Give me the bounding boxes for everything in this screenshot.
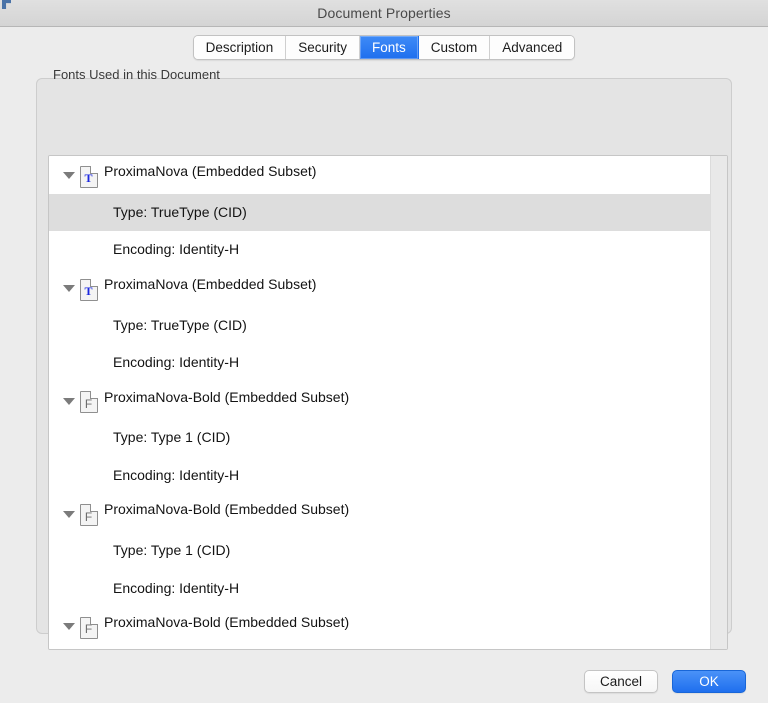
ok-button[interactable]: OK <box>672 670 746 693</box>
font-detail-row[interactable]: Type: TrueType (CID) <box>49 306 711 344</box>
font-detail-row[interactable]: Encoding: Identity-H <box>49 570 711 608</box>
font-detail-label: Type: TrueType (CID) <box>113 316 247 333</box>
font-icon-glyph: T <box>84 284 93 299</box>
truetype-font-icon: T <box>80 165 98 188</box>
font-name-label: ProximaNova-Bold (Embedded Subset) <box>104 388 350 405</box>
truetype-font-icon: T <box>80 278 98 301</box>
font-detail-row[interactable]: Encoding: Identity-H <box>49 344 711 382</box>
tab-label: Advanced <box>502 40 563 55</box>
tab-label: Security <box>298 40 347 55</box>
type1-font-icon: F <box>80 616 98 639</box>
font-list-item[interactable]: T ProximaNova (Embedded Subset) <box>49 269 711 307</box>
font-name-label: ProximaNova-Bold (Embedded Subset) <box>104 614 350 631</box>
tab-custom[interactable]: Custom <box>418 36 491 59</box>
font-detail-label: Type: Type 1 (CID) <box>113 542 231 559</box>
font-detail-label: Encoding: Identity-H <box>113 467 240 484</box>
font-detail-row[interactable]: Type: Type 1 (CID) <box>49 532 711 570</box>
disclosure-triangle-icon[interactable] <box>61 618 76 633</box>
dialog-button-bar: Cancel OK <box>584 670 746 693</box>
document-properties-dialog: Document Properties Description Security F… <box>0 0 768 703</box>
window-corner-marker <box>2 0 11 9</box>
disclosure-triangle-icon[interactable] <box>61 506 76 521</box>
tab-advanced[interactable]: Advanced <box>490 36 575 59</box>
font-name-label: ProximaNova (Embedded Subset) <box>104 275 317 292</box>
font-icon-glyph: F <box>84 396 93 411</box>
tab-security[interactable]: Security <box>286 36 360 59</box>
tab-fonts[interactable]: Fonts <box>359 36 419 59</box>
font-list-item[interactable]: F ProximaNova-Bold (Embedded Subset) <box>49 607 711 645</box>
font-detail-row[interactable]: Encoding: Identity-H <box>49 231 711 269</box>
dialog-titlebar: Document Properties <box>0 0 768 27</box>
disclosure-triangle-icon[interactable] <box>61 393 76 408</box>
font-list-item[interactable]: F ProximaNova-Bold (Embedded Subset) <box>49 494 711 532</box>
fonts-group-label: Fonts Used in this Document <box>53 67 220 82</box>
disclosure-triangle-icon[interactable] <box>61 167 76 182</box>
tab-bar: Description Security Fonts Custom Advanced <box>0 27 768 67</box>
font-detail-label: Encoding: Identity-H <box>113 241 240 258</box>
font-detail-label: Type: TrueType (CID) <box>113 203 247 220</box>
font-detail-label: Encoding: Identity-H <box>113 354 240 371</box>
font-icon-glyph: T <box>84 171 93 186</box>
type1-font-icon: F <box>80 391 98 414</box>
tab-group: Description Security Fonts Custom Advanced <box>192 35 576 60</box>
disclosure-triangle-icon[interactable] <box>61 280 76 295</box>
font-detail-label: Type: Type 1 (CID) <box>113 429 231 446</box>
font-icon-glyph: F <box>84 622 93 637</box>
fonts-list-rows: T ProximaNova (Embedded Subset) Type: True… <box>49 156 711 649</box>
tab-label: Description <box>205 40 274 55</box>
font-icon-glyph: F <box>84 509 93 524</box>
type1-font-icon: F <box>80 504 98 527</box>
font-detail-label: Encoding: Identity-H <box>113 579 240 596</box>
dialog-content: Fonts Used in this Document T ProximaNova… <box>0 67 768 703</box>
font-detail-row[interactable]: Type: TrueType (CID) <box>49 193 711 232</box>
font-list-item[interactable]: T ProximaNova (Embedded Subset) <box>49 156 711 194</box>
font-name-label: ProximaNova (Embedded Subset) <box>104 163 317 179</box>
font-list-item[interactable]: F ProximaNova-Bold (Embedded Subset) <box>49 382 711 420</box>
font-name-label: ProximaNova-Bold (Embedded Subset) <box>104 501 350 518</box>
vertical-scrollbar[interactable] <box>710 156 727 649</box>
dialog-title: Document Properties <box>317 5 451 21</box>
fonts-used-list[interactable]: T ProximaNova (Embedded Subset) Type: True… <box>48 155 728 650</box>
font-detail-row[interactable]: Encoding: Identity-H <box>49 457 711 495</box>
cancel-button[interactable]: Cancel <box>584 670 658 693</box>
tab-label: Fonts <box>371 40 406 55</box>
tab-description[interactable]: Description <box>193 36 287 59</box>
font-detail-row[interactable]: Type: Type 1 (CID) <box>49 419 711 457</box>
tab-label: Custom <box>430 40 478 55</box>
